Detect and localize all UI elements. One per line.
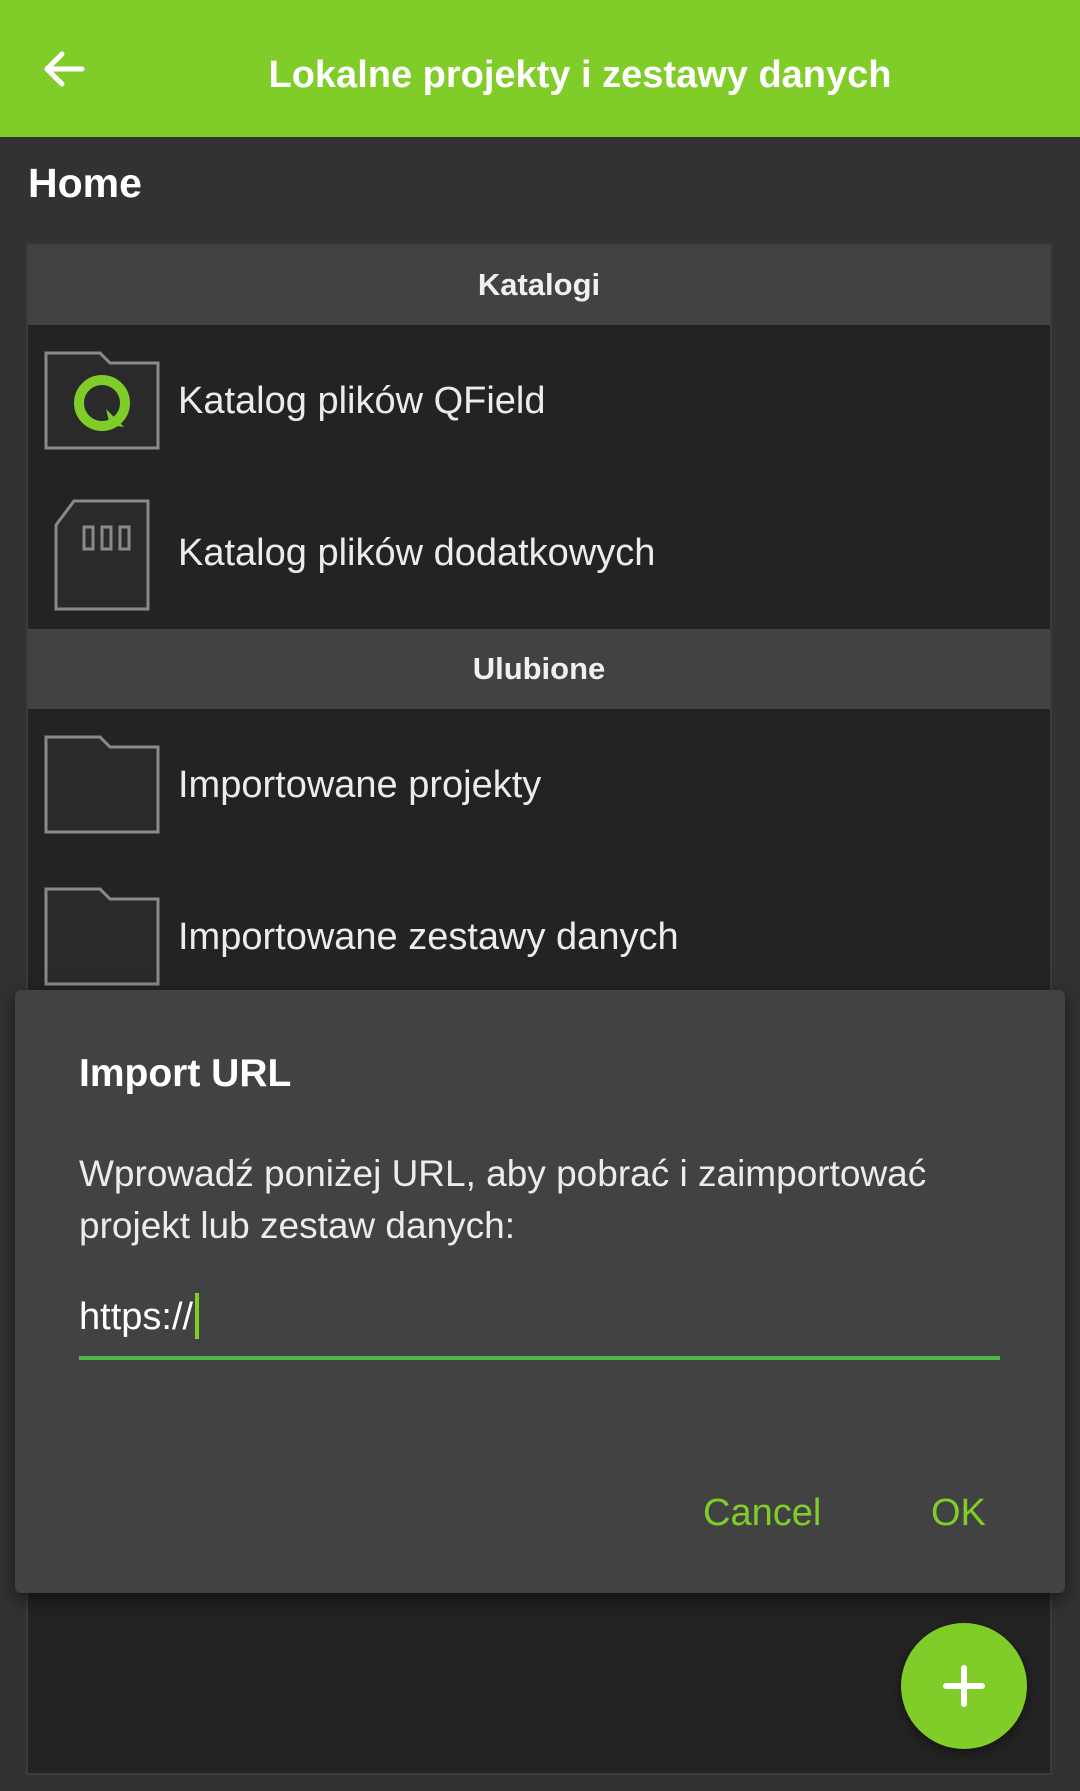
import-url-dialog: Import URL Wprowadź poniżej URL, aby pob… bbox=[15, 990, 1065, 1593]
app-root: Lokalne projekty i zestawy danych Home K… bbox=[0, 0, 1080, 1791]
dialog-title: Import URL bbox=[79, 1052, 292, 1095]
ok-button[interactable]: OK bbox=[931, 1468, 986, 1558]
url-input[interactable]: https:// bbox=[79, 1290, 1000, 1360]
text-cursor bbox=[195, 1293, 200, 1339]
cancel-button[interactable]: Cancel bbox=[703, 1468, 821, 1558]
plus-icon bbox=[943, 1665, 985, 1707]
url-input-value: https:// bbox=[79, 1296, 194, 1339]
add-fab-button[interactable] bbox=[901, 1623, 1027, 1749]
dialog-message: Wprowadź poniżej URL, aby pobrać i zaimp… bbox=[79, 1153, 927, 1246]
